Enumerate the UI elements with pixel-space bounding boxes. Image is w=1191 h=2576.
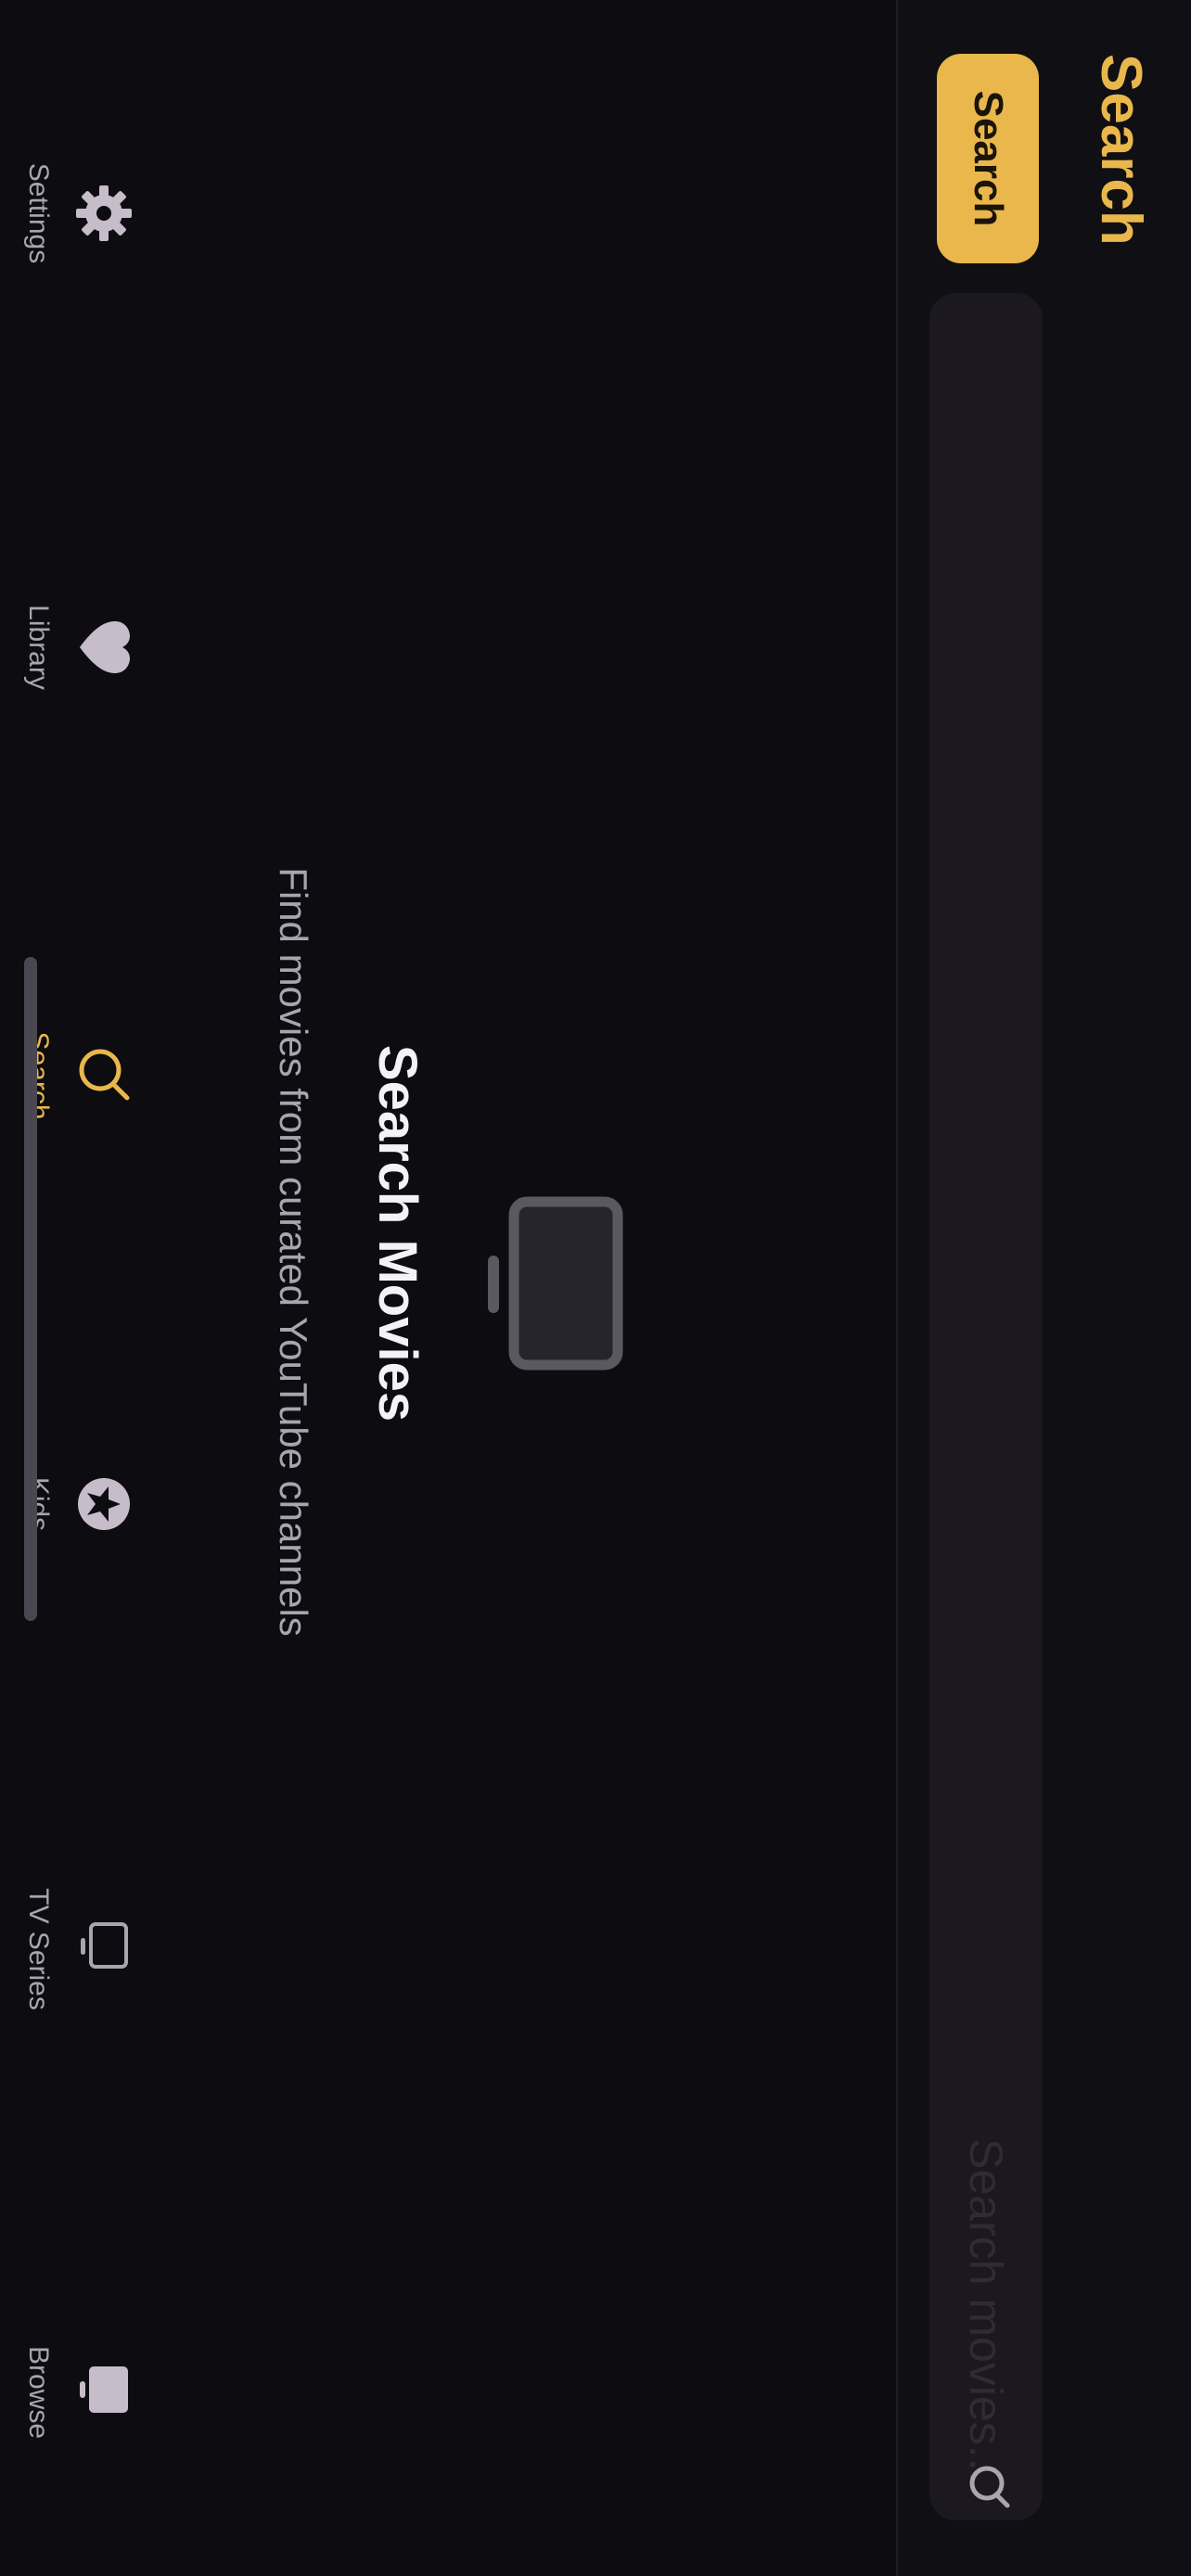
tab-label: Browse xyxy=(23,2345,54,2440)
tv-series-icon xyxy=(81,1922,128,1969)
kids-star-icon xyxy=(78,1478,130,1530)
tab-label: Library xyxy=(23,605,54,690)
search-button[interactable]: Search xyxy=(937,54,1039,263)
page-title-text: Search xyxy=(1089,54,1153,246)
search-placeholder: Search movies... xyxy=(960,2138,1012,2484)
tv-icon xyxy=(488,1196,623,1371)
search-icon xyxy=(79,1049,130,1101)
browse-tv-icon xyxy=(80,2366,128,2413)
app-screen: Search Search Search movies... Search Se… xyxy=(0,0,1191,2576)
tab-library[interactable]: Library xyxy=(19,573,134,721)
empty-state-subtitle: Find movies from curated YouTube channel… xyxy=(272,867,315,1637)
heart-icon xyxy=(80,621,130,673)
tab-settings[interactable]: Settings xyxy=(19,139,134,287)
gear-icon xyxy=(76,185,132,241)
search-icon xyxy=(969,2466,1010,2508)
tab-label: Settings xyxy=(23,162,54,264)
home-indicator xyxy=(24,957,37,1621)
tab-label: TV Series xyxy=(23,1888,54,2010)
tab-browse[interactable]: Browse xyxy=(19,2318,134,2467)
search-input[interactable]: Search movies... xyxy=(929,293,1043,2520)
tab-tv-series[interactable]: TV Series xyxy=(19,1875,134,2023)
empty-state-title: Search Movies xyxy=(367,1044,428,1422)
